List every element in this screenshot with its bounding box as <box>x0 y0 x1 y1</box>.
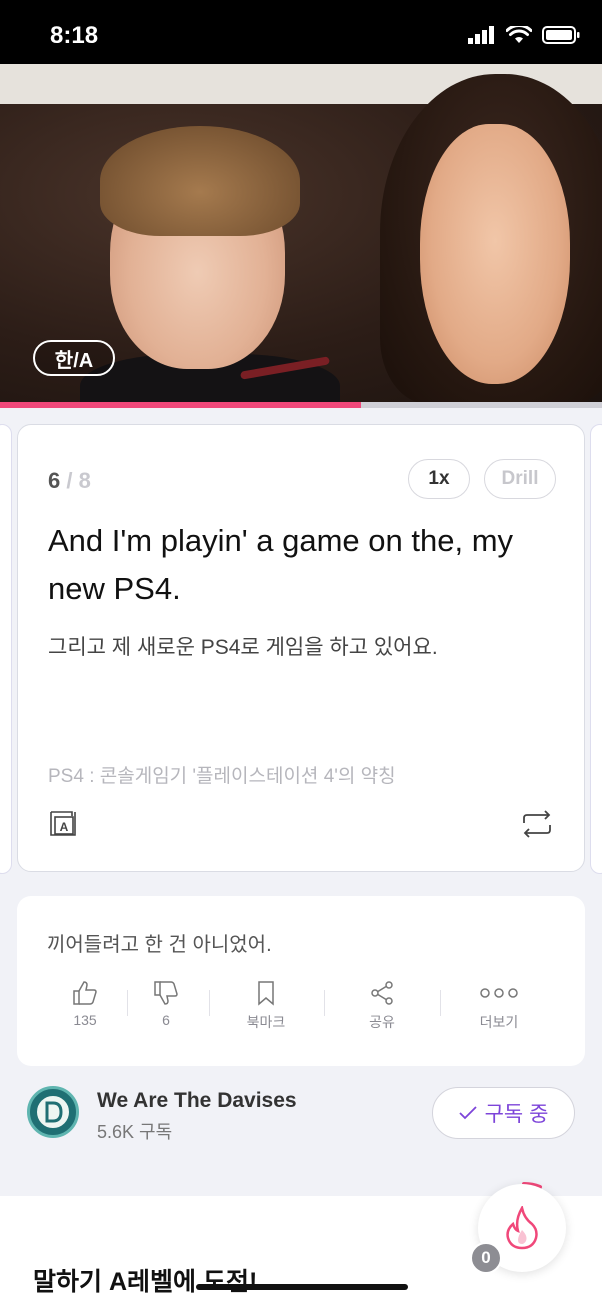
channel-subscriber-count: 5.6K 구독 <box>97 1122 173 1142</box>
status-time: 8:18 <box>50 22 99 49</box>
subtitle-language-toggle[interactable]: 한/A <box>33 340 115 376</box>
sentence-current-index: 6 <box>48 468 61 493</box>
previous-card-peek[interactable] <box>0 424 12 874</box>
repeat-icon[interactable] <box>520 809 554 839</box>
fire-icon <box>506 1206 538 1250</box>
korean-subtitle: 그리고 제 새로운 PS4로 게임을 하고 있어요. <box>48 636 438 659</box>
battery-icon <box>542 26 580 44</box>
bookmark-label: 북마크 <box>246 1014 286 1030</box>
subscribe-label: 구독 중 <box>484 1103 549 1126</box>
dictionary-icon-letter: A <box>60 820 69 834</box>
channel-avatar[interactable] <box>27 1086 79 1138</box>
playback-speed-button[interactable]: 1x <box>408 459 470 499</box>
comment-card: 끼어들려고 한 건 아니었어. 135 6 북마크 공유 더보기 <box>17 896 585 1066</box>
more-button[interactable]: 더보기 <box>454 980 544 1032</box>
action-divider <box>440 990 441 1016</box>
cellular-signal-icon <box>468 26 494 44</box>
thumbs-up-icon <box>73 981 97 1005</box>
dictionary-icon[interactable]: A <box>48 809 78 837</box>
drill-button[interactable]: Drill <box>484 459 556 499</box>
dislike-count: 6 <box>162 1012 170 1028</box>
subtitle-card: 6 / 8 1x Drill And I'm playin' a game on… <box>17 424 585 872</box>
share-button[interactable]: 공유 <box>337 980 427 1032</box>
status-bar: 8:18 <box>0 0 602 64</box>
bookmark-button[interactable]: 북마크 <box>221 980 311 1032</box>
video-frame-person-hair <box>100 126 300 236</box>
share-icon <box>371 981 393 1005</box>
wifi-icon <box>506 26 532 43</box>
action-bar: 135 6 북마크 공유 더보기 <box>17 980 585 1040</box>
comment-text: 끼어들려고 한 건 아니었어. <box>47 934 272 956</box>
more-icon <box>480 988 518 998</box>
dislike-button[interactable]: 6 <box>121 980 211 1028</box>
sentence-counter: 6 / 8 <box>48 468 91 494</box>
action-divider <box>209 990 210 1016</box>
channel-name[interactable]: We Are The Davises <box>97 1089 297 1113</box>
video-frame-person-face <box>420 124 570 384</box>
video-progress-fill <box>0 402 362 408</box>
channel-logo-icon <box>35 1094 71 1130</box>
share-label: 공유 <box>369 1014 395 1030</box>
subscribe-button[interactable]: 구독 중 <box>432 1087 575 1139</box>
like-count: 135 <box>73 1012 97 1028</box>
vocabulary-note: PS4 : 콘솔게임기 '플레이스테이션 4'의 약칭 <box>48 766 396 787</box>
next-card-peek[interactable] <box>590 424 602 874</box>
streak-count-badge: 0 <box>470 1242 502 1274</box>
challenge-title[interactable]: 말하기 A레벨에 도전! <box>33 1262 257 1298</box>
english-subtitle[interactable]: And I'm playin' a game on the, my new PS… <box>48 517 558 613</box>
like-button[interactable]: 135 <box>40 980 130 1028</box>
video-player[interactable]: 한/A <box>0 64 602 404</box>
sentence-total: 8 <box>78 468 91 493</box>
checkmark-icon <box>458 1106 477 1120</box>
more-label: 더보기 <box>479 1014 519 1030</box>
action-divider <box>324 990 325 1016</box>
video-progress-bar[interactable] <box>0 402 602 408</box>
bookmark-icon <box>258 981 274 1006</box>
status-icons <box>468 26 580 44</box>
home-indicator <box>196 1284 408 1290</box>
thumbs-down-icon <box>154 981 178 1005</box>
sentence-counter-separator: / <box>66 468 73 493</box>
